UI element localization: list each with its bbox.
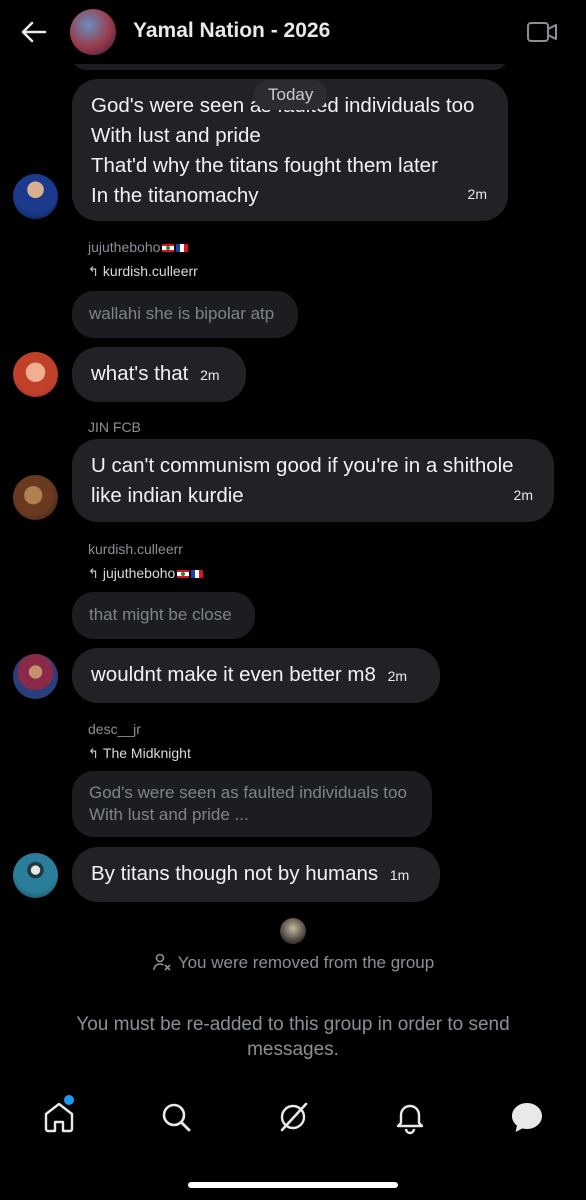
home-icon[interactable] [41,1099,77,1135]
france-flag-icon [191,570,204,579]
message-text-line: In the titanomachy [91,184,259,207]
message-time: 2m [513,487,533,503]
reply-arrow-icon: ↰ [88,264,99,279]
reply-to-label: ↰ kurdish.culleerr [88,263,198,279]
message-text: what's that [91,362,189,385]
grok-icon[interactable] [275,1099,311,1135]
message-text-line: U can't communism good if you're in a sh… [91,454,514,477]
bottom-nav [0,1085,586,1155]
message-text-line: That'd why the titans fought them later [91,154,438,177]
france-flag-icon [176,244,189,253]
user-removed-icon [152,953,171,971]
chat-header: Yamal Nation - 2026 [0,0,586,64]
avatar[interactable] [13,174,58,219]
quoted-message[interactable]: that might be close [72,592,255,639]
reply-arrow-icon: ↰ [88,746,99,761]
lebanon-flag-icon [177,570,190,579]
sender-name[interactable]: kurdish.culleerr [88,541,183,557]
message-bubble[interactable]: U can't communism good if you're in a sh… [72,439,554,522]
message-text: By titans though not by humans [91,862,379,885]
group-avatar[interactable] [70,9,116,55]
system-message: You were removed from the group [0,952,586,973]
avatar[interactable] [13,352,58,397]
reply-to-label: ↰ The Midknight [88,745,191,761]
avatar [280,918,306,944]
message-time: 2m [467,186,487,202]
sender-name[interactable]: jujutheboho [88,239,189,255]
reply-arrow-icon: ↰ [88,566,99,581]
date-divider: Today [254,80,328,110]
quoted-message[interactable]: wallahi she is bipolar atp [72,291,298,338]
quoted-message[interactable]: God's were seen as faulted individuals t… [72,771,432,837]
reply-to-label: ↰ jujutheboho [88,565,204,582]
message-time: 1m [389,867,410,883]
sender-name[interactable]: JIN FCB [88,419,141,435]
back-arrow-icon[interactable] [18,16,50,48]
message-bubble[interactable]: what's that 2m [72,347,246,402]
message-text-line: With lust and pride [91,124,261,147]
messages-icon[interactable] [509,1099,545,1135]
composer-disabled-notice: You must be re-added to this group in or… [76,1014,510,1060]
video-call-icon[interactable] [526,18,558,46]
message-bubble[interactable]: By titans though not by humans 1m [72,847,440,902]
message-text-line: like indian kurdie [91,484,244,507]
search-icon[interactable] [158,1099,194,1135]
quoted-line: With lust and pride ... [89,805,249,824]
lebanon-flag-icon [162,244,175,253]
message-bubble[interactable]: wouldnt make it even better m8 2m [72,648,440,703]
group-title[interactable]: Yamal Nation - 2026 [133,19,330,43]
home-unread-dot [64,1095,74,1105]
home-indicator [188,1182,398,1188]
avatar[interactable] [13,654,58,699]
message-time: 2m [200,367,220,383]
avatar[interactable] [13,853,58,898]
notifications-bell-icon[interactable] [392,1099,428,1135]
avatar[interactable] [13,475,58,520]
message-time: 2m [387,668,408,684]
sender-name[interactable]: desc__jr [88,721,141,737]
quoted-line: God's were seen as faulted individuals t… [89,783,407,802]
message-text: wouldnt make it even better m8 [91,663,376,686]
